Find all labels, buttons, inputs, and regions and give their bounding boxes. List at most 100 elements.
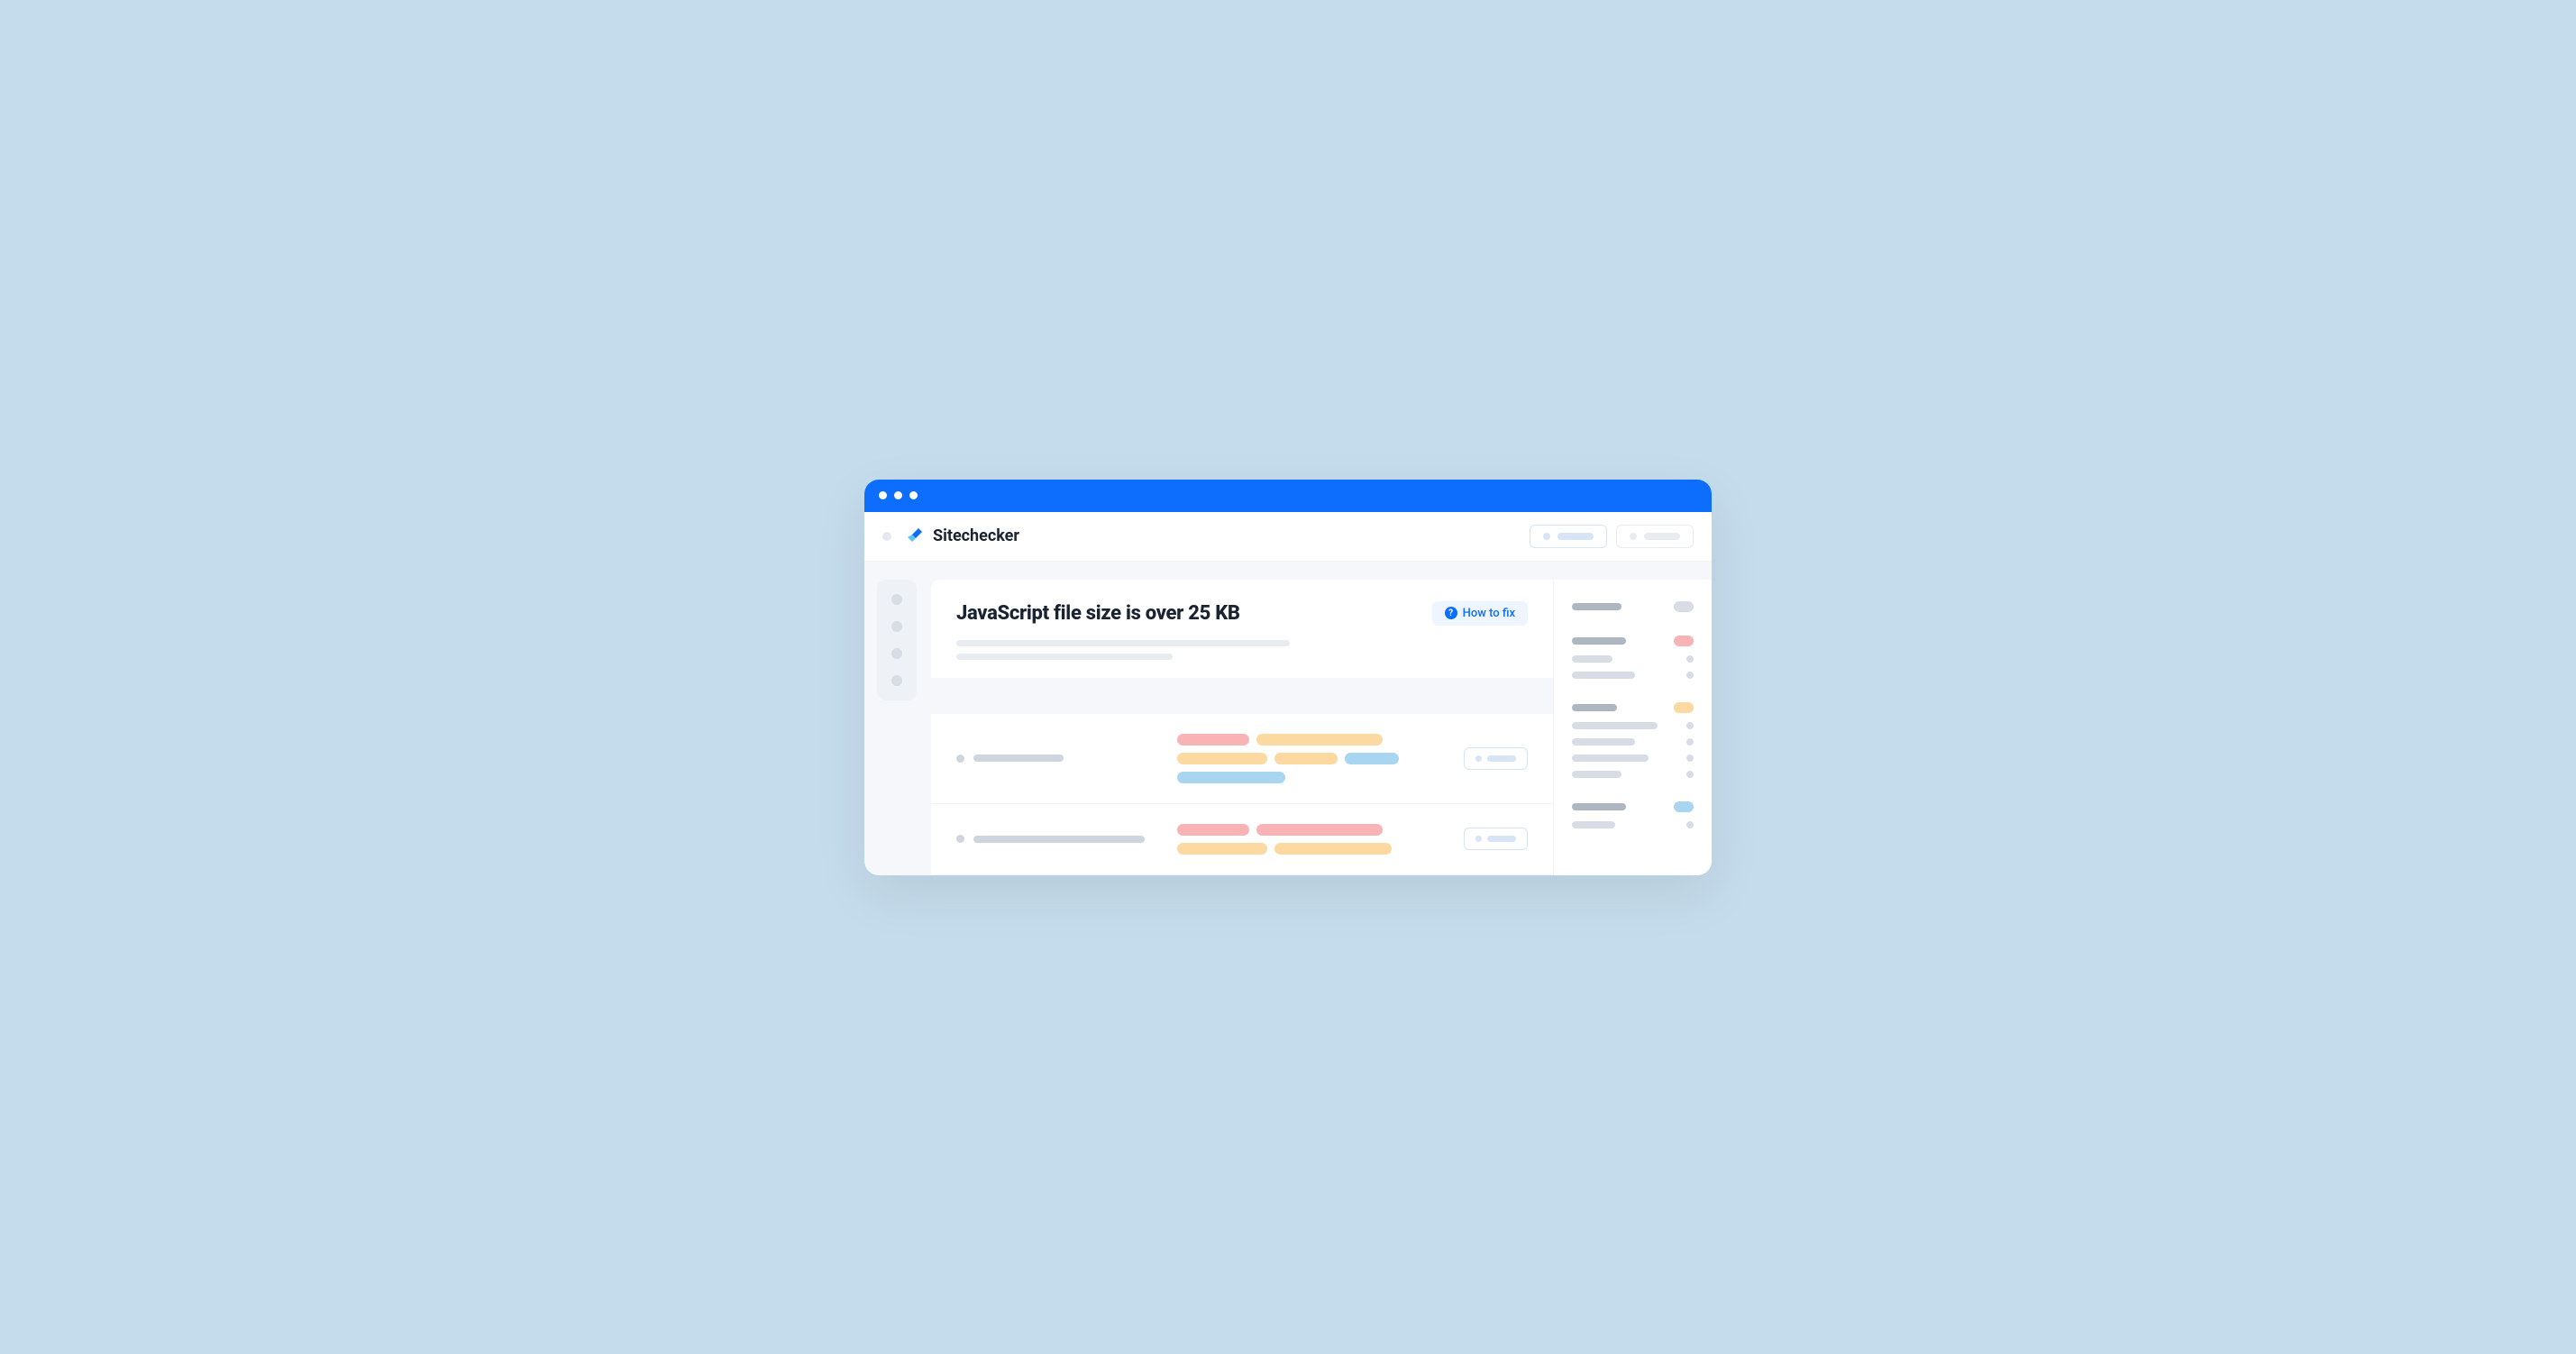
sidebar-nav: [877, 580, 917, 700]
window-control-dot[interactable]: [879, 491, 887, 499]
window-control-dot[interactable]: [894, 491, 902, 499]
row-label-placeholder: [973, 836, 1145, 843]
app-body: JavaScript file size is over 25 KB ? How…: [864, 562, 1712, 875]
placeholder-icon: [1630, 533, 1637, 540]
header-placeholder-icon: [882, 532, 891, 541]
summary-badge-warning: [1674, 702, 1694, 713]
brand-name: Sitechecker: [933, 526, 1019, 545]
summary-count-dot: [1686, 821, 1694, 828]
summary-row: [1572, 738, 1694, 746]
summary-row: [1572, 601, 1694, 612]
summary-label: [1572, 803, 1626, 810]
summary-row: [1572, 672, 1694, 679]
issue-row: [931, 804, 1553, 875]
brand-logo[interactable]: Sitechecker: [904, 526, 1019, 547]
row-identifier: [956, 835, 1159, 843]
summary-row: [1572, 636, 1694, 646]
how-to-fix-button[interactable]: ? How to fix: [1432, 601, 1528, 626]
summary-sublabel: [1572, 738, 1635, 746]
summary-group: [1572, 601, 1694, 612]
row-tags: [1177, 734, 1446, 783]
summary-sublabel: [1572, 672, 1635, 679]
header-button-secondary[interactable]: [1616, 525, 1694, 548]
tag-pill: [1274, 843, 1392, 855]
browser-window: Sitechecker: [864, 480, 1712, 875]
summary-badge-info: [1674, 801, 1694, 812]
issue-row: [931, 714, 1553, 804]
summary-sublabel: [1572, 821, 1615, 828]
sidebar-item[interactable]: [891, 675, 902, 686]
tag-pill: [1256, 734, 1383, 746]
issue-title: JavaScript file size is over 25 KB: [956, 602, 1240, 625]
placeholder-icon: [1475, 755, 1482, 762]
app-header: Sitechecker: [864, 512, 1712, 562]
tag-pill: [1274, 753, 1338, 764]
tag-pill: [1177, 772, 1285, 783]
row-bullet-icon: [956, 755, 964, 763]
row-identifier: [956, 755, 1159, 763]
summary-group: [1572, 702, 1694, 778]
summary-row: [1572, 801, 1694, 812]
placeholder-text: [1487, 755, 1516, 762]
window-title-bar: [864, 480, 1712, 512]
summary-row: [1572, 771, 1694, 778]
tag-pill: [1345, 753, 1399, 764]
summary-group: [1572, 636, 1694, 679]
summary-sublabel: [1572, 771, 1621, 778]
header-button-primary[interactable]: [1530, 525, 1607, 548]
center-panel: JavaScript file size is over 25 KB ? How…: [931, 580, 1553, 875]
tag-pill: [1177, 753, 1267, 764]
placeholder-line: [956, 640, 1290, 646]
tag-pill: [1177, 843, 1267, 855]
tag-pill: [1256, 824, 1383, 836]
summary-count-dot: [1686, 738, 1694, 746]
placeholder-icon: [1475, 836, 1482, 842]
tag-pill: [1177, 824, 1249, 836]
summary-count-dot: [1686, 655, 1694, 663]
summary-row: [1572, 702, 1694, 713]
summary-count-dot: [1686, 771, 1694, 778]
sidebar-item[interactable]: [891, 621, 902, 632]
summary-row: [1572, 755, 1694, 762]
main-content: JavaScript file size is over 25 KB ? How…: [931, 580, 1712, 875]
header-left: Sitechecker: [882, 526, 1019, 547]
sidebar-item[interactable]: [891, 648, 902, 659]
row-action-button[interactable]: [1464, 828, 1528, 850]
summary-count-dot: [1686, 755, 1694, 762]
placeholder-line: [956, 654, 1173, 660]
window-control-dot[interactable]: [909, 491, 918, 499]
placeholder-text: [1557, 533, 1594, 540]
summary-badge: [1674, 601, 1694, 612]
summary-sublabel: [1572, 755, 1649, 762]
summary-count-dot: [1686, 672, 1694, 679]
sidebar-item[interactable]: [891, 594, 902, 605]
summary-label: [1572, 637, 1626, 645]
row-action-button[interactable]: [1464, 747, 1528, 770]
header-actions: [1530, 525, 1694, 548]
issue-description-placeholder: [956, 640, 1528, 660]
summary-sublabel: [1572, 655, 1612, 663]
summary-sublabel: [1572, 722, 1658, 729]
summary-row: [1572, 722, 1694, 729]
how-to-fix-label: How to fix: [1463, 607, 1515, 620]
help-icon: ?: [1445, 607, 1457, 619]
summary-label: [1572, 704, 1617, 711]
summary-count-dot: [1686, 722, 1694, 729]
summary-row: [1572, 655, 1694, 663]
summary-group: [1572, 801, 1694, 828]
placeholder-text: [1487, 836, 1516, 842]
right-summary-panel: [1553, 580, 1712, 875]
summary-badge-critical: [1674, 636, 1694, 646]
summary-label: [1572, 603, 1621, 610]
row-tags: [1177, 824, 1446, 855]
placeholder-icon: [1543, 533, 1550, 540]
issue-header-card: JavaScript file size is over 25 KB ? How…: [931, 580, 1553, 678]
row-bullet-icon: [956, 835, 964, 843]
summary-row: [1572, 821, 1694, 828]
row-label-placeholder: [973, 755, 1064, 762]
checkmark-icon: [904, 526, 926, 547]
placeholder-text: [1644, 533, 1680, 540]
section-gap: [931, 678, 1553, 714]
tag-pill: [1177, 734, 1249, 746]
issue-title-row: JavaScript file size is over 25 KB ? How…: [956, 601, 1528, 626]
